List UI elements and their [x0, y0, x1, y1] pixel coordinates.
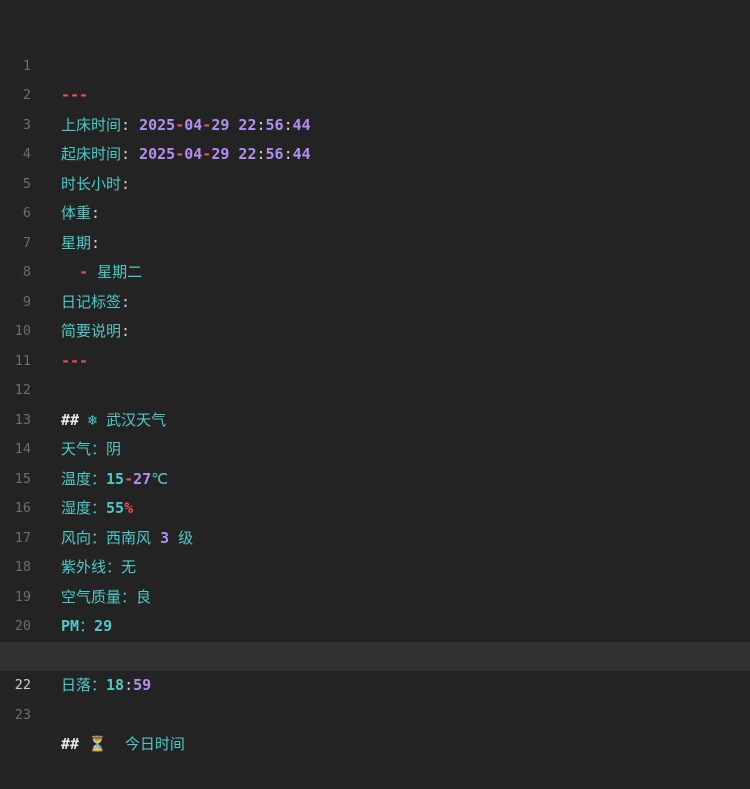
editor-line[interactable]: 20 日出：05:40	[0, 583, 750, 665]
markdown-editor[interactable]: 1 --- 2 上床时间: 2025-04-29 22:56:44 3 起床时间…	[0, 0, 750, 754]
editor-line[interactable]: 7 - 星期二	[0, 199, 750, 282]
line-number: 23	[14, 706, 31, 723]
editor-line[interactable]: 5 体重:	[0, 140, 750, 223]
editor-line[interactable]: 14 温度：15-27℃	[0, 406, 750, 488]
editor-line[interactable]: 9 简要说明:	[0, 258, 750, 341]
editor-line[interactable]: 16 风向：西南风 3 级	[0, 465, 750, 547]
editor-line[interactable]: 18 空气质量：良	[0, 524, 750, 606]
editor-line[interactable]: 12 ## ❄ 武汉天气	[0, 347, 750, 429]
editor-line[interactable]: 19 PM：29	[0, 553, 750, 636]
editor-line[interactable]: 4 时长小时:	[0, 111, 750, 193]
editor-line[interactable]: 17 紫外线：无	[0, 494, 750, 577]
editor-line[interactable]: 1 ---	[0, 22, 750, 105]
editor-line[interactable]: 21 日落：18:59	[0, 612, 750, 695]
editor-line[interactable]: 13 天气：阴	[0, 376, 750, 459]
editor-line[interactable]: 10 ---	[0, 288, 750, 370]
editor-line-current[interactable]: 22	[0, 641, 750, 693]
line-content[interactable]: ## ⏳ 今日时间	[61, 730, 185, 760]
editor-line[interactable]: 3 起床时间: 2025-04-29 22:56:44	[0, 81, 750, 164]
heading-text: 今日时间	[106, 735, 185, 753]
hourglass-icon: ⏳	[79, 735, 107, 753]
editor-line[interactable]: 6 星期:	[0, 170, 750, 252]
heading-marker: ##	[61, 735, 80, 753]
editor-line[interactable]: 15 湿度：55%	[0, 435, 750, 518]
editor-line[interactable]: 23 ## ⏳ 今日时间	[0, 671, 750, 754]
editor-line[interactable]: 2 上床时间: 2025-04-29 22:56:44	[0, 52, 750, 134]
editor-line[interactable]: 8 日记标签:	[0, 229, 750, 311]
editor-line[interactable]: 11	[0, 317, 750, 369]
